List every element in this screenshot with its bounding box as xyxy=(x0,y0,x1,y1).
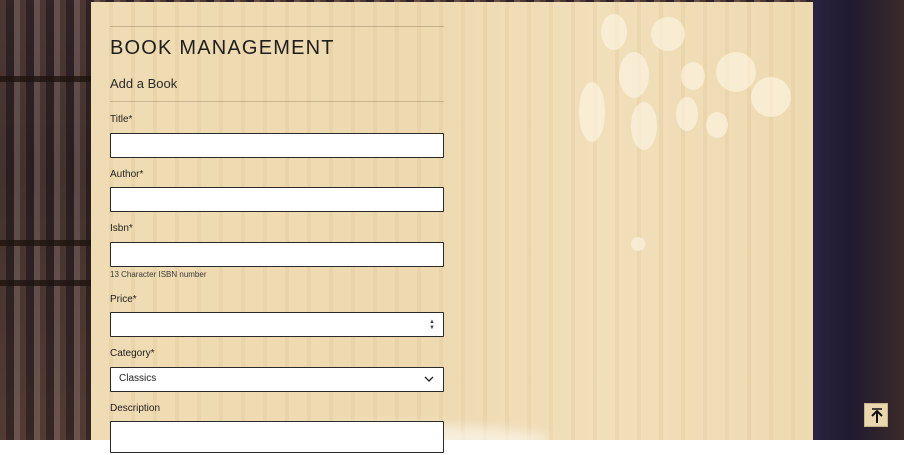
price-input[interactable]: ▲ ▼ xyxy=(110,312,444,337)
category-select[interactable]: Classics xyxy=(110,367,444,392)
light-bulb-decoration xyxy=(601,14,627,50)
category-label: Category* xyxy=(110,348,155,359)
scroll-to-top-button[interactable] xyxy=(864,403,888,427)
light-bulb-decoration xyxy=(751,77,791,117)
title-input[interactable] xyxy=(110,133,444,158)
category-selected-value: Classics xyxy=(119,373,157,384)
isbn-label: Isbn* xyxy=(110,223,133,234)
section-divider xyxy=(110,101,444,102)
light-bulb-decoration xyxy=(651,17,685,51)
shelf-divider xyxy=(0,240,92,246)
light-bulb-decoration xyxy=(681,62,705,90)
chevron-down-icon xyxy=(424,376,434,382)
author-label: Author* xyxy=(110,169,144,180)
light-bulb-decoration xyxy=(631,237,645,251)
light-bulb-decoration xyxy=(716,52,756,92)
title-label: Title* xyxy=(110,114,133,125)
shelf-divider xyxy=(0,76,92,82)
top-divider xyxy=(110,26,444,27)
isbn-help-text: 13 Character ISBN number xyxy=(110,270,207,279)
isbn-input[interactable] xyxy=(110,242,444,267)
page-title: BOOK MANAGEMENT xyxy=(110,37,335,59)
number-spinner-icon[interactable]: ▲ ▼ xyxy=(428,319,436,331)
shelf-divider xyxy=(0,280,92,286)
bookshelf-background-right xyxy=(812,0,904,440)
description-label: Description xyxy=(110,403,161,414)
light-bulb-decoration xyxy=(706,112,728,138)
price-label: Price* xyxy=(110,294,137,305)
light-bulb-decoration xyxy=(631,102,657,150)
arrow-up-to-line-icon xyxy=(871,408,883,423)
light-bulb-decoration xyxy=(579,82,605,142)
light-bulb-decoration xyxy=(676,97,698,131)
description-textarea[interactable] xyxy=(110,421,444,453)
author-input[interactable] xyxy=(110,187,444,212)
light-bulb-decoration xyxy=(619,52,649,98)
section-title: Add a Book xyxy=(110,76,178,91)
